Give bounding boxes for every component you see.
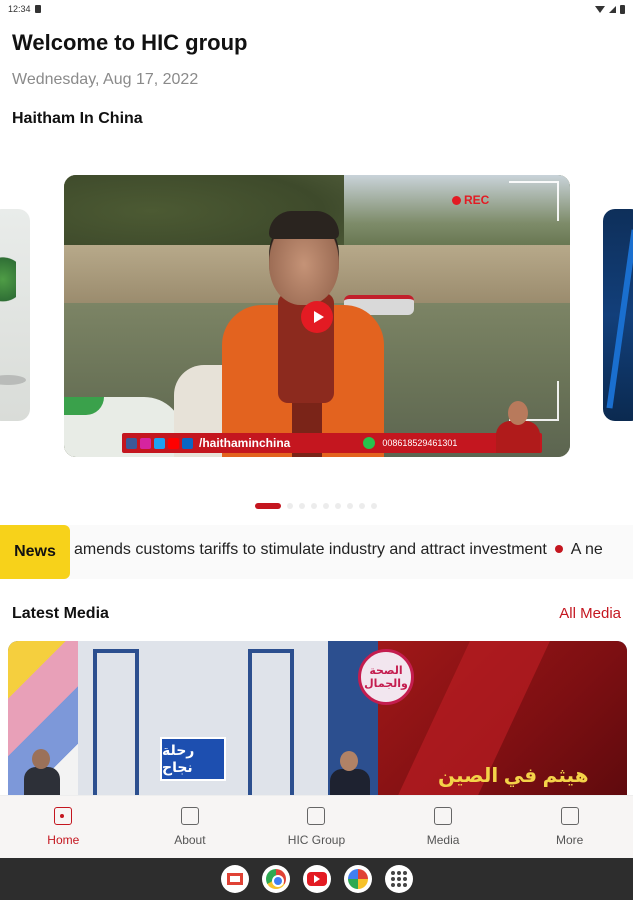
rec-dot-icon bbox=[452, 195, 461, 205]
bullet-icon bbox=[554, 545, 563, 554]
carousel-next-card[interactable] bbox=[603, 209, 633, 421]
presenter-avatar bbox=[492, 399, 542, 453]
sim-icon bbox=[34, 5, 41, 13]
video-carousel[interactable]: REC /haithaminchina 008618529461301 bbox=[0, 175, 633, 457]
welcome-title: Welcome to HIC group bbox=[12, 30, 248, 55]
studio-shelf bbox=[248, 649, 294, 799]
host-head bbox=[32, 749, 50, 769]
chrome-app[interactable] bbox=[261, 865, 290, 893]
indicator-dot[interactable] bbox=[347, 503, 353, 509]
wifi-icon bbox=[595, 5, 605, 13]
news-ticker[interactable]: News amends customs tariffs to stimulate… bbox=[0, 525, 633, 579]
nav-hic-group[interactable]: HIC Group bbox=[253, 796, 380, 858]
all-media-link[interactable]: All Media bbox=[559, 605, 621, 622]
youtube-app[interactable] bbox=[302, 865, 331, 893]
presenter-hair bbox=[269, 211, 339, 239]
photos-app[interactable] bbox=[343, 865, 372, 893]
youtube-icon bbox=[306, 872, 327, 886]
nav-more[interactable]: More bbox=[506, 796, 633, 858]
news-ticker-text[interactable]: amends customs tariffs to stimulate indu… bbox=[74, 541, 633, 559]
system-dock bbox=[0, 858, 633, 900]
presenter-image bbox=[174, 211, 384, 457]
current-date: Wednesday, Aug 17, 2022 bbox=[12, 71, 199, 88]
nav-media-label: Media bbox=[426, 833, 460, 847]
more-icon bbox=[560, 807, 579, 825]
photos-icon bbox=[347, 869, 368, 889]
indicator-dot[interactable] bbox=[311, 503, 317, 509]
news-headline[interactable]: amends customs tariffs to stimulate indu… bbox=[74, 541, 547, 558]
avatar-face bbox=[508, 401, 528, 425]
host-right-image bbox=[330, 751, 370, 801]
hic-group-icon bbox=[307, 807, 326, 825]
home-icon bbox=[54, 807, 73, 825]
battery-icon bbox=[620, 4, 625, 14]
bottom-nav: Home About HIC Group Media More bbox=[0, 795, 633, 858]
phone-number: 008618529461301 bbox=[382, 438, 458, 448]
indicator-dot[interactable] bbox=[359, 503, 365, 509]
indicator-dot[interactable] bbox=[371, 503, 377, 509]
youtube-small-icon bbox=[168, 437, 179, 449]
gmail-icon bbox=[226, 873, 243, 885]
social-banner: /haithaminchina 008618529461301 bbox=[122, 433, 542, 453]
nav-hic-group-label: HIC Group bbox=[287, 833, 346, 847]
play-button[interactable] bbox=[301, 301, 333, 333]
carousel-active-card[interactable]: REC /haithaminchina 008618529461301 bbox=[64, 175, 570, 457]
nav-home-label: Home bbox=[47, 833, 80, 847]
nav-about[interactable]: About bbox=[127, 796, 254, 858]
indicator-dot[interactable] bbox=[299, 503, 305, 509]
health-beauty-logo: الصحة والجمال bbox=[358, 649, 414, 705]
chrome-icon bbox=[265, 869, 286, 889]
gmail-app[interactable] bbox=[220, 865, 249, 893]
status-right bbox=[595, 4, 625, 14]
carousel-indicator bbox=[255, 503, 377, 509]
media-arabic-title: هيثم في الصين bbox=[438, 765, 589, 787]
social-handle: /haithaminchina bbox=[199, 436, 291, 450]
indicator-dot[interactable] bbox=[323, 503, 329, 509]
linkedin-icon bbox=[182, 437, 193, 449]
show-logo: رحلة نجاح bbox=[160, 737, 226, 781]
indicator-dot-active[interactable] bbox=[255, 503, 281, 509]
avatar-body bbox=[496, 421, 540, 453]
whatsapp-icon bbox=[363, 437, 376, 449]
frame-corner-top bbox=[509, 181, 559, 221]
status-time: 12:34 bbox=[8, 4, 31, 14]
news-headline-next[interactable]: A ne bbox=[571, 541, 603, 558]
indicator-dot[interactable] bbox=[335, 503, 341, 509]
latest-media-title: Latest Media bbox=[12, 605, 109, 622]
nav-more-label: More bbox=[556, 833, 584, 847]
twitter-icon bbox=[154, 437, 165, 449]
news-label: News bbox=[0, 525, 70, 579]
status-left: 12:34 bbox=[8, 4, 41, 14]
instagram-icon bbox=[140, 437, 151, 449]
facebook-icon bbox=[126, 437, 137, 449]
nav-media[interactable]: Media bbox=[380, 796, 507, 858]
bowl-image bbox=[0, 375, 26, 385]
media-icon bbox=[434, 807, 453, 825]
youtube-play-icon bbox=[314, 875, 320, 883]
host-head bbox=[340, 751, 358, 771]
signal-icon bbox=[609, 5, 616, 13]
app-drawer[interactable] bbox=[384, 865, 413, 893]
nav-about-label: About bbox=[174, 833, 206, 847]
about-icon bbox=[180, 807, 199, 825]
nav-home[interactable]: Home bbox=[0, 796, 127, 858]
play-icon bbox=[313, 311, 324, 323]
status-bar: 12:34 bbox=[0, 0, 633, 18]
carousel-prev-card[interactable] bbox=[0, 209, 30, 421]
studio-shelf bbox=[93, 649, 139, 799]
next-card-stripe bbox=[606, 229, 633, 409]
latest-media-card[interactable]: رحلة نجاح الصحة والجمال هيثم في الصين bbox=[8, 641, 627, 801]
rec-label: REC bbox=[464, 193, 490, 207]
rec-badge: REC bbox=[452, 193, 489, 207]
apps-grid-icon bbox=[390, 871, 407, 887]
plant-image bbox=[0, 257, 16, 313]
indicator-dot[interactable] bbox=[287, 503, 293, 509]
host-left-image bbox=[24, 749, 60, 801]
boat-stripe bbox=[64, 397, 104, 415]
section-title-haitham: Haitham In China bbox=[12, 110, 143, 127]
